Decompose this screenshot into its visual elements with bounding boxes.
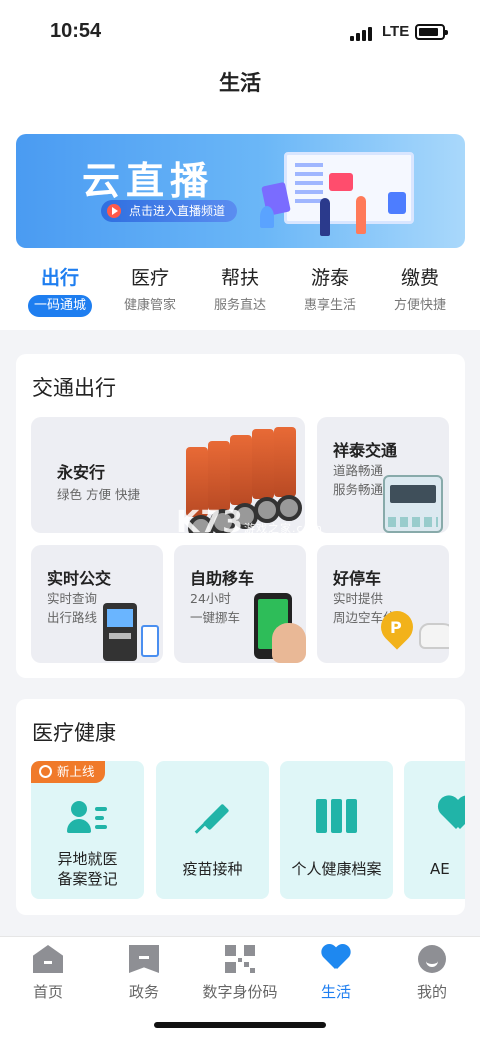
- home-indicator: [154, 1022, 326, 1028]
- phone-illustration: [141, 625, 159, 657]
- realtime-bus-card[interactable]: 实时公交 实时查询 出行路线: [31, 545, 163, 663]
- signal-icon: [350, 27, 374, 41]
- card-title: 好停车: [333, 569, 382, 588]
- new-badge: 新上线: [31, 761, 105, 783]
- card-desc-line: 出行路线: [47, 610, 98, 625]
- card-desc-line: 24小时: [190, 591, 231, 606]
- files-icon: [316, 799, 358, 833]
- xiangtai-traffic-card[interactable]: 祥泰交通 道路畅通 服务畅通: [317, 417, 449, 533]
- tab-travel[interactable]: 出行 一码通城: [15, 262, 105, 317]
- tab-title: 游泰: [310, 267, 349, 289]
- banner-title: 云直播: [82, 159, 215, 203]
- nav-bar: 生活: [0, 60, 480, 118]
- tab-tourism[interactable]: 游泰 惠享生活: [285, 262, 375, 317]
- tab-subtitle: 一码通城: [27, 295, 92, 317]
- good-parking-card[interactable]: 好停车 实时提供 周边空车位 P: [317, 545, 449, 663]
- health-section: 医疗健康 新上线 异地就医 备案登记 疫苗接种 个人健康档案 AE: [16, 699, 465, 915]
- card-desc-line: 一键挪车: [190, 610, 241, 625]
- enter-live-button[interactable]: 点击进入直播频道: [101, 200, 238, 222]
- enter-live-label: 点击进入直播频道: [129, 204, 226, 218]
- card-title: 祥泰交通: [333, 441, 398, 460]
- card-desc-line: 服务畅通: [333, 482, 384, 497]
- home-icon: [33, 945, 63, 973]
- tab-assistance[interactable]: 帮扶 服务直达: [195, 262, 285, 317]
- section-title: 医疗健康: [32, 721, 116, 745]
- tab-title: 医疗: [130, 267, 169, 289]
- watermark: K73游戏之家.com: [176, 505, 323, 540]
- tab-subtitle: 健康管家: [123, 298, 176, 313]
- live-banner[interactable]: 云直播 点击进入直播频道: [16, 134, 465, 248]
- tab-title: 帮扶: [220, 267, 259, 289]
- tab-subtitle: 方便快捷: [393, 298, 446, 313]
- status-time: 10:54: [50, 20, 102, 42]
- banner-illustration-card: [388, 192, 406, 214]
- card-title: 永安行: [57, 463, 106, 482]
- health-records-card[interactable]: 个人健康档案: [280, 761, 393, 899]
- banner-illustration-person: [356, 196, 366, 234]
- heart-icon: [438, 797, 465, 833]
- government-icon: [129, 945, 159, 973]
- car-illustration: [419, 623, 449, 649]
- card-title: 自助移车: [190, 569, 255, 588]
- tab-subtitle: 服务直达: [213, 298, 266, 313]
- bus-kiosk-illustration: [103, 603, 137, 661]
- nav-life[interactable]: 生活: [288, 945, 384, 1002]
- heart-icon: [321, 945, 351, 973]
- tab-medical[interactable]: 医疗 健康管家: [105, 262, 195, 317]
- tab-subtitle: 惠享生活: [303, 298, 356, 313]
- nav-digital-id[interactable]: 数字身份码: [192, 945, 288, 1002]
- syringe-icon: [194, 799, 232, 835]
- play-icon: [107, 204, 121, 218]
- nav-label: 生活: [320, 983, 351, 1001]
- watermark-domain: .com: [292, 522, 323, 535]
- bus-illustration: [383, 475, 443, 533]
- new-badge-label: 新上线: [57, 764, 95, 779]
- hand-illustration: [272, 623, 306, 663]
- nav-label: 首页: [32, 983, 63, 1001]
- card-label: 疫苗接种: [182, 860, 243, 878]
- nav-label: 政务: [128, 983, 159, 1001]
- aed-card[interactable]: AE: [404, 761, 465, 899]
- tab-payment[interactable]: 缴费 方便快捷: [375, 262, 465, 317]
- vaccination-card[interactable]: 疫苗接种: [156, 761, 269, 899]
- tab-title: 出行: [40, 267, 79, 289]
- tab-title: 缴费: [400, 267, 439, 289]
- card-label: 个人健康档案: [291, 860, 382, 878]
- battery-icon: [415, 24, 448, 40]
- nav-government[interactable]: 政务: [96, 945, 192, 1002]
- card-title: 实时公交: [47, 569, 112, 588]
- category-tabs: 出行 一码通城 医疗 健康管家 帮扶 服务直达 游泰 惠享生活 缴费 方便快捷: [0, 262, 480, 322]
- section-title: 交通出行: [32, 376, 116, 400]
- watermark-text: K73: [176, 505, 244, 540]
- card-desc-line: 实时提供: [333, 591, 384, 606]
- qr-code-icon: [225, 945, 255, 973]
- remote-medical-filing-card[interactable]: 新上线 异地就医 备案登记: [31, 761, 144, 899]
- nav-profile[interactable]: 我的: [384, 945, 480, 1002]
- upload-icon: [39, 765, 52, 778]
- nav-label: 我的: [416, 983, 447, 1001]
- card-label-line: 异地就医: [57, 850, 118, 868]
- watermark-sub: 游戏之家: [244, 522, 292, 535]
- card-label: AE: [430, 860, 450, 878]
- banner-illustration-leaf: [260, 206, 274, 228]
- banner-illustration-person: [320, 198, 330, 236]
- card-desc-line: 实时查询: [47, 591, 98, 606]
- id-card-icon: [67, 801, 109, 837]
- card-desc: 绿色 方便 快捷: [57, 487, 140, 502]
- status-bar: 10:54 LTE: [0, 0, 480, 60]
- network-label: LTE: [382, 23, 410, 40]
- self-move-car-card[interactable]: 自助移车 24小时 一键挪车: [174, 545, 306, 663]
- nav-label: 数字身份码: [202, 983, 278, 1001]
- card-desc-line: 道路畅通: [333, 463, 384, 478]
- card-label-line: 备案登记: [57, 870, 118, 888]
- page-title: 生活: [219, 71, 261, 95]
- nav-home[interactable]: 首页: [0, 945, 96, 1002]
- profile-icon: [418, 945, 446, 973]
